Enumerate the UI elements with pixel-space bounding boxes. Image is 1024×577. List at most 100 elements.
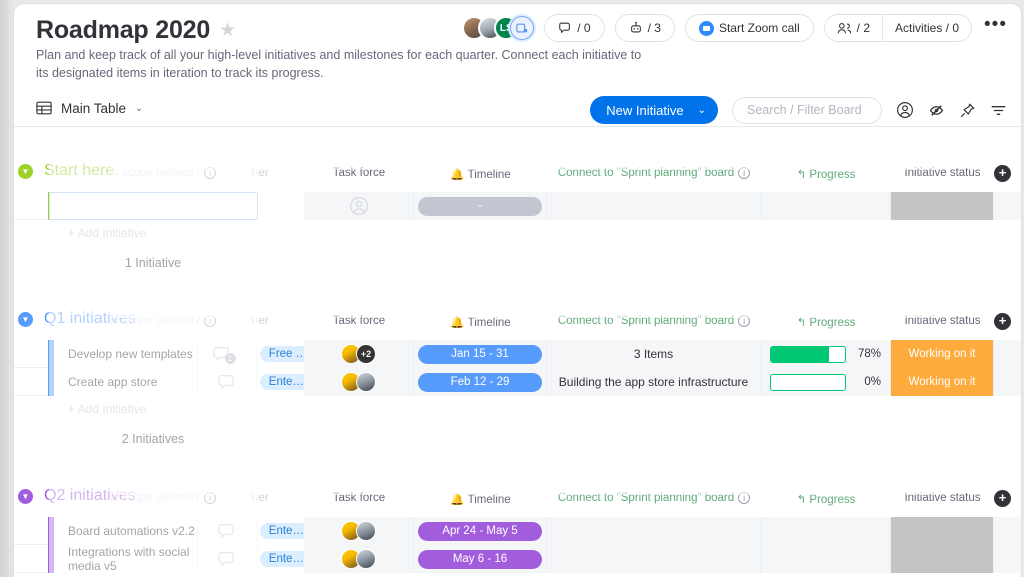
column-header-status[interactable]: Initiative status [891, 315, 994, 327]
cell-updates[interactable] [198, 545, 258, 573]
info-icon[interactable]: i [204, 167, 217, 179]
cell-timeline[interactable]: Jan 15 - 31 [414, 340, 547, 368]
cell-initiative-name[interactable]: Board automations v2.2 [54, 517, 198, 545]
avatar-add-user-icon[interactable] [510, 16, 535, 40]
cell-connect-board[interactable] [547, 545, 761, 573]
table-row[interactable]: Develop new templates 1 Free t... +2 Jan 15 … [14, 340, 1021, 368]
column-header-progress[interactable]: ↰ Progress [761, 167, 891, 181]
cell-initiative-name[interactable]: Develop new templates [54, 340, 198, 368]
add-column-button[interactable]: + [994, 313, 1011, 330]
members-button[interactable]: / 2 [825, 15, 882, 41]
cell-progress[interactable]: 78% [761, 340, 891, 368]
column-header-status[interactable]: Initiative status [891, 167, 994, 179]
status-badge[interactable] [891, 192, 993, 220]
cell-connect-board[interactable] [547, 517, 761, 545]
cell-task-force[interactable] [304, 545, 414, 573]
cell-progress[interactable] [761, 517, 891, 545]
column-header-scope[interactable]: Is scope defined? i [110, 315, 240, 327]
updates-pill[interactable]: / 0 [544, 14, 605, 42]
new-initiative-button[interactable]: New Initiative ⌄ [590, 96, 718, 124]
cell-status[interactable] [891, 545, 994, 573]
info-icon[interactable]: i [738, 167, 751, 179]
collapse-icon[interactable]: ▼ [18, 312, 33, 327]
cell-updates[interactable]: 1 [198, 340, 258, 368]
info-icon[interactable]: i [204, 315, 217, 327]
cell-task-force[interactable]: +2 [304, 340, 414, 368]
avatar-assignee[interactable] [356, 521, 376, 541]
start-zoom-call-button[interactable]: Start Zoom call [684, 14, 814, 42]
column-header-scope[interactable]: Is scope defined? i [110, 492, 240, 504]
info-icon[interactable]: i [738, 492, 751, 504]
pin-icon[interactable] [959, 102, 976, 119]
column-header-task-force[interactable]: Task force [304, 492, 414, 504]
cell-timeline[interactable]: Feb 12 - 29 [414, 368, 547, 396]
activities-button[interactable]: Activities / 0 [882, 15, 971, 41]
cell-extra[interactable] [994, 192, 1021, 220]
column-header-scope[interactable]: Is scope defined? i [110, 167, 240, 179]
table-row[interactable]: Create app store Enterprise Feb 12 - 29 Bui… [14, 368, 1021, 396]
column-header-task-force[interactable]: Task force [304, 315, 414, 327]
column-header-connect[interactable]: Connect to "Sprint planning" board i [547, 315, 761, 327]
cell-timeline[interactable]: Apr 24 - May 5 [414, 517, 547, 545]
info-icon[interactable]: i [738, 315, 751, 327]
automations-pill[interactable]: / 3 [614, 14, 675, 42]
star-icon[interactable]: ★ [219, 21, 236, 40]
add-initiative-button[interactable]: + Add Initiative [48, 220, 258, 246]
cell-extra[interactable] [994, 368, 1021, 396]
view-name-label[interactable]: Main Table [61, 101, 126, 116]
column-header-connect[interactable]: Connect to "Sprint planning" board i [547, 167, 761, 179]
cell-task-force[interactable] [304, 368, 414, 396]
avatar-assignee[interactable] [356, 549, 376, 569]
column-header-connect[interactable]: Connect to "Sprint planning" board i [547, 492, 761, 504]
collapse-icon[interactable]: ▼ [18, 164, 33, 179]
add-initiative-button[interactable]: + Add Initiative [48, 396, 258, 422]
info-icon[interactable]: i [204, 492, 217, 504]
cell-task-force[interactable] [304, 517, 414, 545]
cell-status[interactable] [891, 517, 994, 545]
column-header-tier[interactable]: Tier [224, 167, 294, 179]
collapse-icon[interactable]: ▼ [18, 489, 33, 504]
more-options-icon[interactable]: ••• [982, 14, 1009, 42]
filter-icon[interactable] [990, 103, 1007, 118]
cell-progress[interactable]: 0% [761, 368, 891, 396]
column-header-task-force[interactable]: Task force [304, 167, 414, 179]
column-header-timeline[interactable]: 🔔 Timeline [414, 315, 547, 329]
cell-initiative-name[interactable]: Create app store [54, 368, 198, 396]
avatar-group[interactable]: LS [462, 14, 535, 42]
cell-connect-board[interactable]: 3 Items [547, 340, 761, 368]
cell-timeline[interactable]: - [414, 192, 547, 220]
cell-updates[interactable] [198, 517, 258, 545]
cell-timeline[interactable]: May 6 - 16 [414, 545, 547, 573]
cell-task-force[interactable] [304, 192, 414, 220]
cell-initiative-name[interactable]: Integrations with social media v5 [54, 545, 198, 573]
avatar-assignee[interactable] [356, 372, 376, 392]
status-badge[interactable] [891, 545, 993, 573]
search-input[interactable]: Search / Filter Board [732, 96, 882, 124]
column-header-progress[interactable]: ↰ Progress [761, 492, 891, 506]
status-badge[interactable]: Working on it [891, 340, 993, 368]
cell-status[interactable]: Working on it [891, 368, 994, 396]
column-header-progress[interactable]: ↰ Progress [761, 315, 891, 329]
cell-extra[interactable] [994, 340, 1021, 368]
person-icon[interactable] [896, 101, 914, 119]
cell-extra[interactable] [994, 517, 1021, 545]
table-row[interactable]: Board automations v2.2 Enterprise Apr 24 -… [14, 517, 1021, 545]
column-header-timeline[interactable]: 🔔 Timeline [414, 167, 547, 181]
chevron-down-icon[interactable]: ⌄ [135, 103, 143, 114]
add-column-button[interactable]: + [994, 490, 1011, 507]
group-title[interactable]: Start here [44, 162, 114, 180]
chevron-down-icon[interactable]: ⌄ [698, 105, 706, 116]
cell-updates[interactable] [198, 368, 258, 396]
cell-progress[interactable] [761, 545, 891, 573]
cell-connect-board[interactable] [547, 192, 761, 220]
table-row[interactable]: Integrations with social media v5 Enterpr… [14, 545, 1021, 573]
status-badge[interactable]: Working on it [891, 368, 993, 396]
add-column-button[interactable]: + [994, 165, 1011, 182]
column-header-tier[interactable]: Tier [224, 492, 294, 504]
cell-progress[interactable] [761, 192, 891, 220]
cell-status[interactable] [891, 192, 994, 220]
cell-connect-board[interactable]: Building the app store infrastructure [547, 368, 761, 396]
column-header-tier[interactable]: Tier [224, 315, 294, 327]
cell-extra[interactable] [994, 545, 1021, 573]
column-header-status[interactable]: Initiative status [891, 492, 994, 504]
